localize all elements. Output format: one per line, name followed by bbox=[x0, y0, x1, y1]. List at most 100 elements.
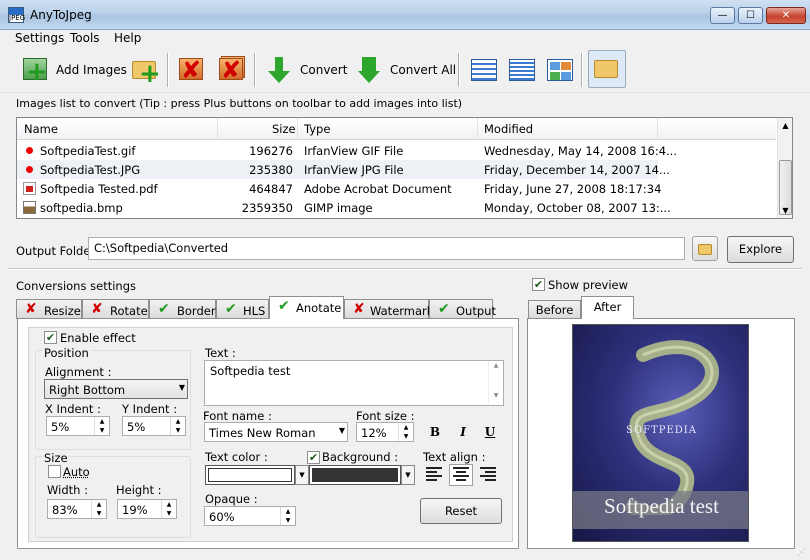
convert-button[interactable]: Convert bbox=[260, 50, 351, 90]
show-preview-checkbox[interactable]: ✔ bbox=[532, 278, 545, 291]
reset-button[interactable]: Reset bbox=[420, 498, 502, 524]
align-center-icon[interactable] bbox=[449, 464, 473, 486]
stepper-arrows[interactable]: ▲ ▼ bbox=[94, 417, 109, 435]
x-indent-stepper[interactable]: 5% ▲ ▼ bbox=[46, 416, 110, 436]
add-folder-button[interactable]: + bbox=[126, 50, 164, 90]
details-view-icon bbox=[506, 55, 536, 85]
chevron-down-icon[interactable]: ▼ bbox=[295, 465, 309, 485]
text-area-scrollbar[interactable]: ▲ ▼ bbox=[488, 361, 503, 405]
tab-anotate[interactable]: ✔ Anotate bbox=[269, 296, 344, 319]
table-row[interactable]: softpedia.bmp 2359350 GIMP image Monday,… bbox=[17, 198, 776, 217]
close-button[interactable]: ✕ bbox=[766, 7, 806, 24]
enable-effect-label: Enable effect bbox=[60, 331, 136, 345]
stepper-arrows[interactable]: ▲ ▼ bbox=[91, 500, 106, 518]
tab-output[interactable]: ✔ Output bbox=[429, 299, 496, 319]
text-color-picker[interactable] bbox=[205, 465, 295, 485]
file-type: IrfanView JPG File bbox=[304, 163, 404, 177]
toolbar-separator bbox=[254, 53, 256, 87]
menu-help[interactable]: Help bbox=[114, 31, 141, 45]
check-icon: ✔ bbox=[158, 301, 170, 317]
italic-button[interactable]: I bbox=[452, 421, 474, 443]
table-row[interactable]: SoftpediaTest.JPG 235380 IrfanView JPG F… bbox=[17, 160, 670, 179]
maximize-button[interactable]: ☐ bbox=[738, 7, 763, 24]
remove-image-button[interactable]: ✘ bbox=[172, 50, 210, 90]
alignment-select[interactable]: Right Bottom ▼ bbox=[44, 379, 188, 399]
stepper-arrows[interactable]: ▲ ▼ bbox=[170, 417, 185, 435]
column-divider bbox=[657, 118, 658, 140]
toolbar-separator bbox=[458, 53, 460, 87]
align-left-icon[interactable] bbox=[422, 464, 446, 486]
size-label: Size bbox=[42, 451, 70, 465]
menu-settings[interactable]: Settings bbox=[15, 31, 64, 45]
explore-button[interactable]: Explore bbox=[727, 236, 794, 263]
table-row[interactable]: Softpedia Tested.pdf 464847 Adobe Acroba… bbox=[17, 179, 776, 198]
tab-label: Border bbox=[177, 304, 216, 318]
convert-all-button[interactable]: Convert All bbox=[350, 50, 460, 90]
width-label: Width : bbox=[47, 483, 88, 497]
column-divider bbox=[217, 118, 218, 140]
background-label: Background : bbox=[322, 450, 399, 464]
tab-hls[interactable]: ✔ HLS bbox=[216, 299, 269, 319]
stepper-arrows[interactable]: ▲ ▼ bbox=[398, 423, 413, 441]
file-list[interactable]: Name Size Type Modified SoftpediaTest.gi… bbox=[16, 117, 793, 219]
x-indent-value: 5% bbox=[51, 420, 70, 434]
background-checkbox[interactable]: ✔ bbox=[307, 451, 320, 464]
y-indent-stepper[interactable]: 5% ▲ ▼ bbox=[122, 416, 186, 436]
file-size: 235380 bbox=[249, 163, 293, 177]
arrow-down-icon bbox=[264, 55, 294, 85]
table-row[interactable]: SoftpediaTest.gif 196276 IrfanView GIF F… bbox=[17, 141, 776, 160]
window-title: AnyToJpeg bbox=[30, 8, 92, 22]
file-size: 464847 bbox=[249, 182, 293, 196]
resize-grip-icon[interactable]: ⋰ bbox=[797, 548, 809, 560]
width-value: 83% bbox=[52, 503, 78, 517]
column-name[interactable]: Name bbox=[24, 122, 58, 136]
file-type: Adobe Acrobat Document bbox=[304, 182, 452, 196]
annotation-text-area[interactable]: Softpedia test ▲ ▼ bbox=[204, 360, 504, 406]
tab-watermark[interactable]: ✘ Watermark bbox=[344, 299, 433, 319]
list-scrollbar[interactable]: ▲ ▼ bbox=[777, 118, 792, 218]
check-icon: ✔ bbox=[278, 298, 290, 314]
remove-all-button[interactable]: ✘ bbox=[212, 50, 250, 90]
preview-panel: SOFTPEDIA Softpedia test bbox=[527, 318, 795, 549]
minimize-button[interactable]: — bbox=[710, 7, 735, 24]
tab-before[interactable]: Before bbox=[528, 300, 581, 319]
annotation-text-value: Softpedia test bbox=[210, 364, 291, 378]
font-size-stepper[interactable]: 12% ▲ ▼ bbox=[356, 422, 414, 442]
file-modified: Wednesday, May 14, 2008 16:4... bbox=[484, 144, 677, 158]
output-folder-input[interactable]: C:\Softpedia\Converted bbox=[88, 237, 685, 260]
height-stepper[interactable]: 19% ▲ ▼ bbox=[117, 499, 177, 519]
double-arrow-down-icon bbox=[354, 55, 384, 85]
open-output-folder-button[interactable] bbox=[588, 50, 626, 88]
stepper-arrows[interactable]: ▲ ▼ bbox=[280, 507, 295, 525]
text-color-label: Text color : bbox=[205, 450, 268, 464]
tab-label: Resize bbox=[44, 304, 81, 318]
tab-border[interactable]: ✔ Border bbox=[149, 299, 216, 319]
tab-resize[interactable]: ✘ Resize bbox=[16, 299, 82, 319]
show-preview-label: Show preview bbox=[548, 278, 629, 292]
view-thumbnails-button[interactable] bbox=[540, 50, 578, 90]
chevron-down-icon[interactable]: ▼ bbox=[401, 465, 415, 485]
enable-effect-checkbox[interactable]: ✔ bbox=[44, 331, 57, 344]
view-list-button[interactable] bbox=[464, 50, 502, 90]
tab-rotate[interactable]: ✘ Rotate bbox=[82, 299, 149, 319]
scroll-down-icon[interactable]: ▼ bbox=[778, 203, 793, 218]
view-details-button[interactable] bbox=[502, 50, 540, 90]
column-size[interactable]: Size bbox=[272, 122, 296, 136]
toolbar-separator bbox=[581, 53, 583, 87]
opaque-stepper[interactable]: 60% ▲ ▼ bbox=[204, 506, 296, 526]
add-images-button[interactable]: + Add Images bbox=[16, 50, 131, 90]
menu-tools[interactable]: Tools bbox=[70, 31, 100, 45]
auto-checkbox[interactable] bbox=[48, 465, 61, 478]
align-right-icon[interactable] bbox=[476, 464, 500, 486]
background-color-picker[interactable] bbox=[309, 465, 401, 485]
bold-button[interactable]: B bbox=[424, 421, 446, 443]
width-stepper[interactable]: 83% ▲ ▼ bbox=[47, 499, 107, 519]
column-modified[interactable]: Modified bbox=[484, 122, 533, 136]
stepper-arrows[interactable]: ▲ ▼ bbox=[161, 500, 176, 518]
column-type[interactable]: Type bbox=[304, 122, 330, 136]
tab-after[interactable]: After bbox=[581, 296, 634, 319]
scroll-up-icon[interactable]: ▲ bbox=[778, 118, 793, 133]
underline-button[interactable]: U bbox=[479, 421, 501, 443]
font-name-select[interactable]: Times New Roman ▼ bbox=[204, 422, 348, 442]
browse-folder-button[interactable] bbox=[692, 236, 718, 261]
